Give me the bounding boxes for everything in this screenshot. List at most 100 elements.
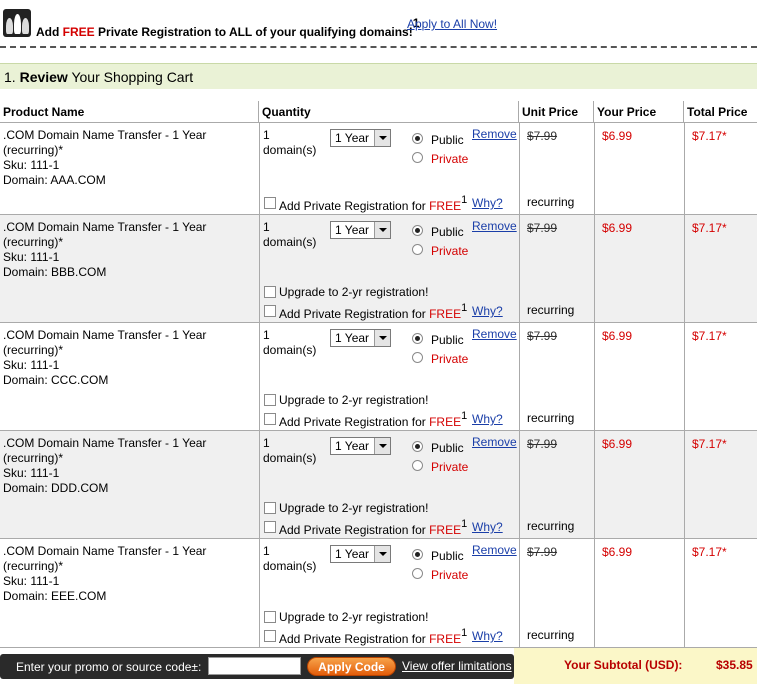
private-radio[interactable] (412, 244, 423, 255)
promo-text-after: Private Registration to ALL of your qual… (94, 25, 413, 39)
total-price: $7.17* (692, 329, 727, 343)
public-label: Public (431, 549, 464, 563)
private-registration-free: FREE (429, 415, 462, 429)
recurring-label: recurring (527, 303, 575, 317)
promo-code-input[interactable] (208, 657, 301, 675)
product-domain: Domain: CCC.COM (3, 373, 109, 387)
private-registration-free: FREE (429, 307, 462, 321)
why-link[interactable]: Why? (472, 520, 503, 534)
why-link[interactable]: Why? (472, 304, 503, 318)
remove-link[interactable]: Remove (472, 543, 517, 557)
remove-link[interactable]: Remove (472, 435, 517, 449)
quantity-info: 1 domain(s) (263, 128, 325, 158)
public-radio[interactable] (412, 549, 423, 560)
product-domain: Domain: BBB.COM (3, 265, 107, 279)
quantity-count: 1 (263, 220, 270, 234)
view-offer-limitations-link[interactable]: View offer limitations (402, 659, 512, 673)
product-sku: Sku: 111-1 (3, 574, 60, 588)
product-info: .COM Domain Name Transfer - 1 Year (recur… (3, 544, 253, 604)
quantity-info: 1 domain(s) (263, 220, 325, 250)
private-radio[interactable] (412, 460, 423, 471)
term-select[interactable]: 1 Year (330, 437, 391, 455)
upgrade-2yr-checkbox[interactable] (264, 286, 276, 298)
public-radio[interactable] (412, 133, 423, 144)
private-label: Private (431, 352, 469, 366)
term-select-value: 1 Year (335, 547, 370, 561)
upgrade-2yr-checkbox[interactable] (264, 502, 276, 514)
product-domain: Domain: AAA.COM (3, 173, 106, 187)
product-title: .COM Domain Name Transfer - 1 Year (3, 128, 207, 142)
quantity-unit: domain(s) (263, 451, 317, 465)
public-label: Public (431, 225, 464, 239)
private-registration-checkbox[interactable] (264, 630, 276, 642)
remove-link[interactable]: Remove (472, 327, 517, 341)
product-title: .COM Domain Name Transfer - 1 Year (3, 220, 207, 234)
remove-link[interactable]: Remove (472, 127, 517, 141)
product-sku: Sku: 111-1 (3, 250, 60, 264)
chevron-down-icon[interactable] (374, 546, 390, 562)
chevron-down-icon[interactable] (374, 330, 390, 346)
product-info: .COM Domain Name Transfer - 1 Year (recur… (3, 436, 253, 496)
private-registration-icon (3, 9, 31, 37)
why-link[interactable]: Why? (472, 196, 503, 210)
apply-to-all-link[interactable]: Apply to All Now! (407, 17, 497, 31)
public-radio[interactable] (412, 333, 423, 344)
why-link[interactable]: Why? (472, 412, 503, 426)
product-title: .COM Domain Name Transfer - 1 Year (3, 328, 207, 342)
cart-row: .COM Domain Name Transfer - 1 Year (recur… (0, 431, 757, 539)
private-registration-text: Add Private Registration for (279, 415, 430, 429)
private-registration-free: FREE (429, 632, 462, 646)
header-total-price: Total Price (684, 101, 757, 123)
promo-text-before: Add (36, 25, 63, 39)
chevron-down-icon[interactable] (374, 438, 390, 454)
term-select[interactable]: 1 Year (330, 129, 391, 147)
private-registration-label: Add Private Registration for FREE1 (279, 302, 468, 321)
chevron-down-icon[interactable] (374, 130, 390, 146)
upgrade-2yr-checkbox[interactable] (264, 611, 276, 623)
term-select[interactable]: 1 Year (330, 545, 391, 563)
apply-code-button[interactable]: Apply Code (307, 657, 396, 676)
product-domain: Domain: DDD.COM (3, 481, 109, 495)
total-price: $7.17* (692, 545, 727, 559)
private-registration-checkbox[interactable] (264, 305, 276, 317)
public-radio[interactable] (412, 225, 423, 236)
unit-price: $7.99 (527, 221, 558, 235)
product-sku: Sku: 111-1 (3, 466, 60, 480)
product-info: .COM Domain Name Transfer - 1 Year (recur… (3, 128, 253, 188)
private-registration-footnote-mark: 1 (461, 302, 468, 314)
product-info: .COM Domain Name Transfer - 1 Year (recur… (3, 220, 253, 280)
promo-free: FREE (62, 25, 95, 39)
section-title-rest: Your Shopping Cart (67, 69, 194, 85)
recurring-label: recurring (527, 411, 575, 425)
why-link[interactable]: Why? (472, 629, 503, 643)
public-radio[interactable] (412, 441, 423, 452)
upgrade-2yr-checkbox[interactable] (264, 394, 276, 406)
product-term: (recurring)* (3, 143, 64, 157)
private-registration-checkbox[interactable] (264, 413, 276, 425)
promo-code-bar: Enter your promo or source code±: Apply … (0, 654, 514, 679)
private-registration-label: Add Private Registration for FREE1 (279, 627, 467, 646)
term-select[interactable]: 1 Year (330, 329, 391, 347)
promo-message: Add FREE Private Registration to ALL of … (36, 16, 419, 39)
quantity-unit: domain(s) (263, 143, 317, 157)
cart-row: .COM Domain Name Transfer - 1 Year (recur… (0, 323, 757, 431)
quantity-count: 1 (263, 328, 270, 342)
your-price: $6.99 (602, 437, 633, 451)
private-label: Private (431, 152, 469, 166)
remove-link[interactable]: Remove (472, 219, 517, 233)
upgrade-2yr-label: Upgrade to 2-yr registration! (279, 393, 429, 407)
quantity-unit: domain(s) (263, 559, 317, 573)
chevron-down-icon[interactable] (374, 222, 390, 238)
private-radio[interactable] (412, 352, 423, 363)
section-number: 1. (4, 69, 16, 85)
private-radio[interactable] (412, 152, 423, 163)
product-title: .COM Domain Name Transfer - 1 Year (3, 544, 207, 558)
product-info: .COM Domain Name Transfer - 1 Year (recur… (3, 328, 253, 388)
private-radio[interactable] (412, 568, 423, 579)
product-title: .COM Domain Name Transfer - 1 Year (3, 436, 207, 450)
subtotal-label: Your Subtotal (USD): (564, 658, 683, 672)
private-registration-checkbox[interactable] (264, 197, 276, 209)
private-registration-checkbox[interactable] (264, 521, 276, 533)
term-select[interactable]: 1 Year (330, 221, 391, 239)
private-registration-label: Add Private Registration for FREE1 (279, 194, 467, 213)
